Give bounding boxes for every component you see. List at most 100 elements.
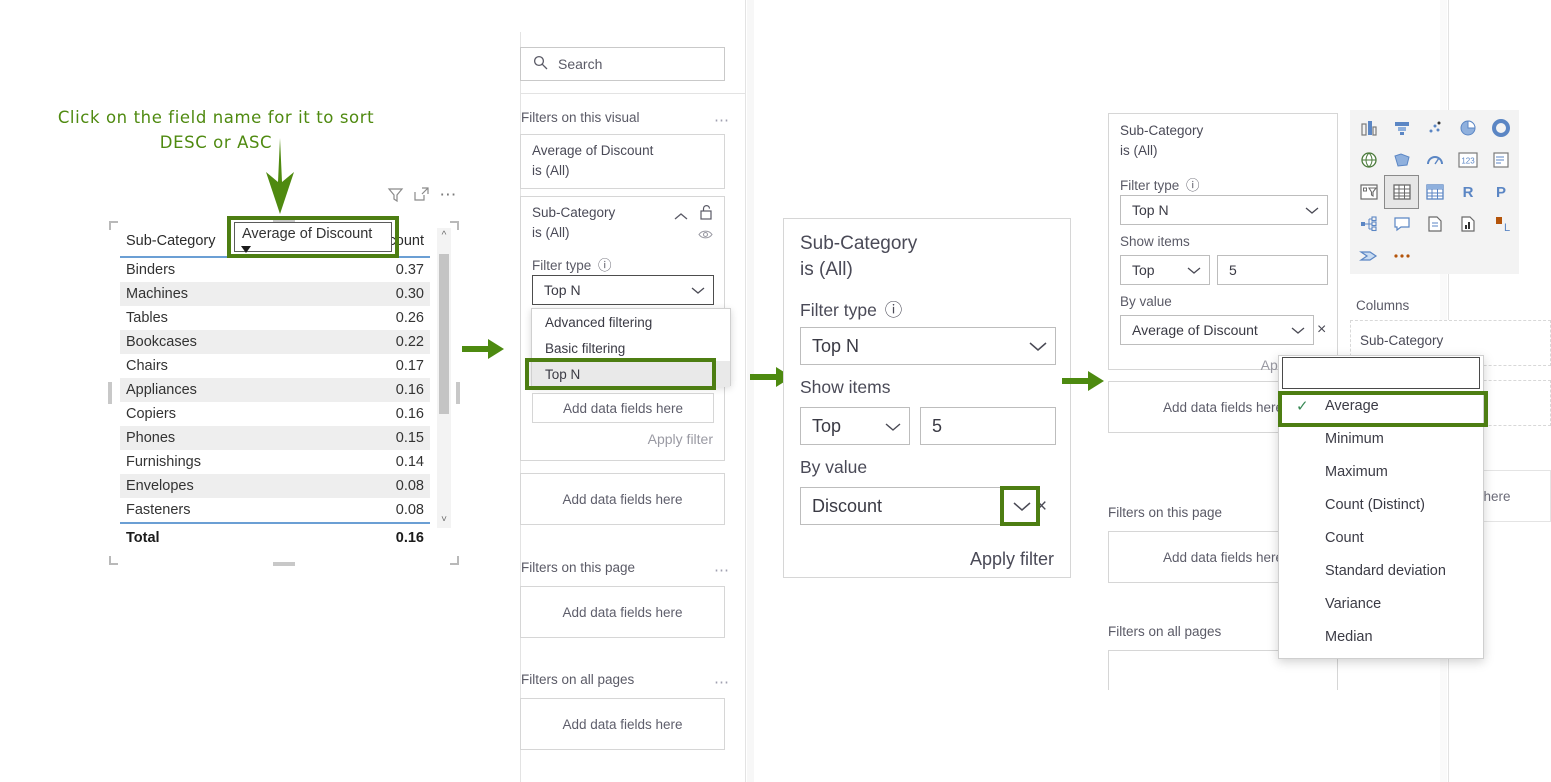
visualizations-icon-grid[interactable]: 123RPL bbox=[1350, 110, 1519, 274]
visual-header-icons[interactable]: ⋯ bbox=[387, 186, 458, 203]
scatter-chart-icon[interactable] bbox=[1418, 112, 1451, 144]
all-pages-filters-drop-target[interactable]: Add data fields here bbox=[520, 698, 725, 750]
field-chip-sub-category[interactable]: Sub-Category bbox=[1360, 333, 1443, 348]
info-icon[interactable]: ⓘ bbox=[598, 258, 612, 273]
info-icon[interactable]: ⓘ bbox=[885, 300, 903, 320]
aggregation-option[interactable]: Variance bbox=[1279, 587, 1483, 620]
chevron-up-icon[interactable] bbox=[674, 208, 688, 226]
table-row[interactable]: Phones0.15 bbox=[120, 426, 430, 450]
arrow-visual-icon[interactable] bbox=[1352, 240, 1385, 272]
aggregation-dropdown-menu[interactable]: Sum✓AverageMinimumMaximumCount (Distinct… bbox=[1278, 355, 1484, 659]
filter-type-select[interactable]: Top N bbox=[1120, 195, 1328, 225]
show-items-direction-select[interactable]: Top bbox=[800, 407, 910, 445]
table-row[interactable]: Copiers0.16 bbox=[120, 402, 430, 426]
section-menu-page-icon[interactable]: ⋯ bbox=[714, 567, 730, 575]
resize-handle-br[interactable] bbox=[450, 556, 459, 565]
chevron-down-icon[interactable] bbox=[1291, 322, 1305, 338]
donut-chart-icon[interactable] bbox=[1484, 112, 1517, 144]
more-options-icon[interactable]: ⋯ bbox=[439, 190, 458, 200]
table-header-sub-category[interactable]: Sub-Category bbox=[120, 230, 249, 257]
page-filters-drop-target[interactable]: Add data fields here bbox=[520, 586, 725, 638]
table-row[interactable]: Fasteners0.08 bbox=[120, 498, 430, 523]
aggregation-option[interactable]: Standard deviation bbox=[1279, 554, 1483, 587]
resize-handle-left[interactable] bbox=[108, 382, 112, 404]
decomposition-tree-icon[interactable] bbox=[1352, 208, 1385, 240]
filled-map-icon[interactable] bbox=[1385, 144, 1418, 176]
search-input[interactable]: Search bbox=[520, 47, 725, 81]
pie-chart-icon[interactable] bbox=[1451, 112, 1484, 144]
table-row[interactable]: Machines0.30 bbox=[120, 282, 430, 306]
table-icon[interactable] bbox=[1385, 176, 1418, 208]
scroll-up-icon[interactable]: ^ bbox=[437, 228, 451, 244]
table-visual[interactable]: ⋯ Sub-Category Average of Discount Binde… bbox=[110, 186, 458, 564]
eye-icon[interactable] bbox=[698, 227, 713, 245]
paginated-report-icon[interactable] bbox=[1418, 208, 1451, 240]
table-row[interactable]: Bookcases0.22 bbox=[120, 330, 430, 354]
card-icon[interactable]: 123 bbox=[1451, 144, 1484, 176]
pane-scrollbar[interactable] bbox=[747, 0, 754, 782]
apply-filter-button[interactable]: Apply filter bbox=[970, 549, 1054, 570]
chevron-down-icon[interactable] bbox=[1013, 496, 1031, 517]
show-items-count-input[interactable]: 5 bbox=[1217, 255, 1328, 285]
filter-icon[interactable] bbox=[387, 186, 404, 203]
more-visuals-icon[interactable] bbox=[1385, 240, 1418, 272]
funnel-chart-icon[interactable] bbox=[1385, 112, 1418, 144]
gauge-icon[interactable] bbox=[1418, 144, 1451, 176]
by-value-field-select[interactable]: Discount bbox=[800, 487, 1040, 525]
show-items-direction-select[interactable]: Top bbox=[1120, 255, 1210, 285]
show-items-count-input[interactable]: 5 bbox=[920, 407, 1056, 445]
close-icon[interactable]: × bbox=[1317, 321, 1326, 339]
matrix-icon[interactable] bbox=[1418, 176, 1451, 208]
lock-open-icon[interactable] bbox=[700, 205, 713, 225]
resize-handle-bottom[interactable] bbox=[273, 562, 295, 566]
r-visual-icon[interactable]: R bbox=[1451, 176, 1484, 208]
resize-handle-bl[interactable] bbox=[109, 556, 118, 565]
aggregation-option[interactable]: Minimum bbox=[1279, 422, 1483, 455]
key-influencers-icon[interactable] bbox=[1451, 208, 1484, 240]
aggregation-option[interactable]: Maximum bbox=[1279, 455, 1483, 488]
table-row[interactable]: Binders0.37 bbox=[120, 257, 430, 282]
info-icon[interactable]: ⓘ bbox=[1186, 178, 1200, 193]
apply-filter-button[interactable]: Apply filter bbox=[648, 431, 713, 447]
filter-card-average-of-discount[interactable]: Average of Discount is (All) bbox=[520, 134, 725, 189]
sort-descending-icon[interactable] bbox=[240, 245, 253, 255]
smart-narrative-icon[interactable] bbox=[1385, 208, 1418, 240]
resize-handle-tl[interactable] bbox=[109, 221, 118, 230]
table-scrollbar[interactable]: ^ ˅ bbox=[437, 228, 451, 528]
table-row[interactable]: Furnishings0.14 bbox=[120, 450, 430, 474]
table-row[interactable]: Appliances0.16 bbox=[120, 378, 430, 402]
close-icon[interactable]: × bbox=[1036, 496, 1047, 518]
dropdown-option-advanced-filtering[interactable]: Advanced filtering bbox=[532, 309, 730, 335]
aggregation-option[interactable]: Sum bbox=[1279, 356, 1483, 389]
scroll-down-icon[interactable]: ˅ bbox=[437, 512, 451, 528]
focus-mode-icon[interactable] bbox=[413, 186, 430, 203]
aggregation-option[interactable]: ✓Average bbox=[1279, 389, 1483, 422]
stacked-column-chart-icon[interactable] bbox=[1352, 112, 1385, 144]
resize-handle-tr[interactable] bbox=[450, 221, 459, 230]
map-icon[interactable] bbox=[1352, 144, 1385, 176]
aggregation-option[interactable]: Median bbox=[1279, 620, 1483, 653]
python-visual-icon[interactable]: P bbox=[1484, 176, 1517, 208]
aggregation-option[interactable]: Count (Distinct) bbox=[1279, 488, 1483, 521]
table-scrollbar-thumb[interactable] bbox=[439, 254, 449, 414]
filter-type-select[interactable]: Top N bbox=[532, 275, 714, 305]
dropdown-option-top-n[interactable]: Top N bbox=[532, 361, 730, 387]
section-menu-all-pages-icon[interactable]: ⋯ bbox=[714, 679, 730, 687]
filter-card-sub-category[interactable]: Sub-Category is (All) Filter type ⓘ Top … bbox=[1108, 113, 1338, 370]
table-row[interactable]: Envelopes0.08 bbox=[120, 474, 430, 498]
top-n-filter-card[interactable]: Sub-Category is (All) Filter type ⓘ Top … bbox=[783, 218, 1071, 578]
multi-row-card-icon[interactable] bbox=[1484, 144, 1517, 176]
filter-type-dropdown[interactable]: Advanced filtering Basic filtering Top N bbox=[531, 308, 731, 386]
resize-handle-right[interactable] bbox=[456, 382, 460, 404]
power-apps-icon[interactable]: L bbox=[1484, 208, 1517, 240]
by-value-field-select[interactable]: Average of Discount bbox=[1120, 315, 1314, 345]
aggregation-option[interactable]: Count bbox=[1279, 521, 1483, 554]
discount-table[interactable]: Sub-Category Average of Discount Binders… bbox=[120, 230, 430, 550]
dropdown-option-basic-filtering[interactable]: Basic filtering bbox=[532, 335, 730, 361]
add-data-fields-drop-target[interactable]: Add data fields here bbox=[532, 393, 714, 423]
table-row[interactable]: Tables0.26 bbox=[120, 306, 430, 330]
table-row[interactable]: Chairs0.17 bbox=[120, 354, 430, 378]
filter-type-select[interactable]: Top N bbox=[800, 327, 1056, 365]
section-menu-visual-icon[interactable]: ⋯ bbox=[714, 117, 730, 125]
visual-filters-drop-target[interactable]: Add data fields here bbox=[520, 473, 725, 525]
